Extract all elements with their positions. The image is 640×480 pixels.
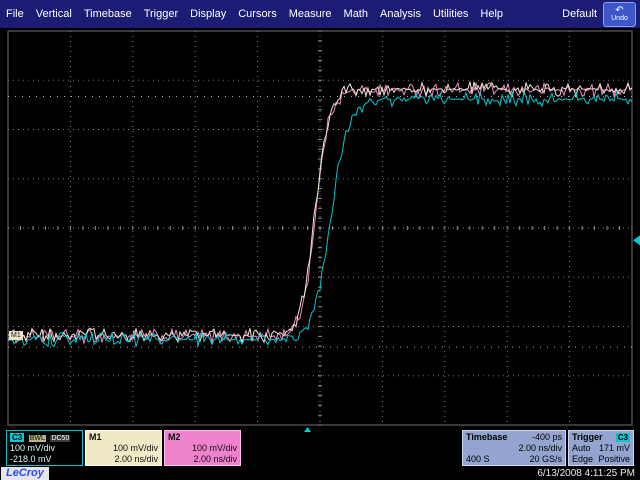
trace-c3 xyxy=(8,92,632,347)
trigger-source-badge: C3 xyxy=(616,433,630,442)
menu-trigger[interactable]: Trigger xyxy=(139,8,183,20)
menu-timebase[interactable]: Timebase xyxy=(79,8,137,20)
c3-volts-per-div: 100 mV/div xyxy=(10,443,55,454)
m1-time-per-div: 2.00 ns/div xyxy=(114,454,158,465)
timebase-descriptor[interactable]: Timebase -400 ps 2.00 ns/div 400 S 20 GS… xyxy=(462,430,566,466)
timebase-per-div: 2.00 ns/div xyxy=(518,443,562,454)
timebase-samples: 400 S xyxy=(466,454,490,465)
memory-m2-descriptor[interactable]: M2 100 mV/div 2.00 ns/div xyxy=(164,430,241,466)
m1-label: M1 xyxy=(89,432,102,443)
m2-volts-per-div: 100 mV/div xyxy=(192,443,237,454)
trigger-descriptor[interactable]: Trigger C3 Auto 171 mV Edge Positive xyxy=(568,430,634,466)
timebase-label: Timebase xyxy=(466,432,507,443)
channel-c3-descriptor[interactable]: C3 BWL DC50 100 mV/div -218.0 mV xyxy=(6,430,83,466)
lecroy-logo: LeCroy xyxy=(1,467,49,480)
trace-zero-marker[interactable]: M1 xyxy=(9,331,23,340)
c3-bandwidth-limit-badge: BWL xyxy=(29,435,46,442)
c3-offset: -218.0 mV xyxy=(10,454,52,465)
menu-bar: File Vertical Timebase Trigger Display C… xyxy=(0,0,640,28)
menu-measure[interactable]: Measure xyxy=(284,8,337,20)
default-setup-label[interactable]: Default xyxy=(562,8,597,20)
m1-volts-per-div: 100 mV/div xyxy=(113,443,158,454)
c3-header: C3 BWL DC50 xyxy=(10,432,79,443)
datetime-display: 6/13/2008 4:11:25 PM xyxy=(537,468,635,479)
menu-help[interactable]: Help xyxy=(475,8,508,20)
menu-display[interactable]: Display xyxy=(185,8,231,20)
menu-file[interactable]: File xyxy=(1,8,29,20)
waveform-display[interactable] xyxy=(0,28,640,432)
undo-button[interactable]: ↶ Undo xyxy=(603,2,636,27)
undo-button-label: Undo xyxy=(611,15,628,22)
menu-utilities[interactable]: Utilities xyxy=(428,8,473,20)
status-bar: LeCroy 6/13/2008 4:11:25 PM xyxy=(0,466,640,480)
trace-m1 xyxy=(8,82,632,343)
oscilloscope-screen: File Vertical Timebase Trigger Display C… xyxy=(0,0,640,480)
trigger-label: Trigger xyxy=(572,432,603,443)
c3-coupling-badge: DC50 xyxy=(50,435,70,442)
menu-analysis[interactable]: Analysis xyxy=(375,8,426,20)
menu-math[interactable]: Math xyxy=(339,8,373,20)
m2-time-per-div: 2.00 ns/div xyxy=(193,454,237,465)
trigger-type: Edge xyxy=(572,454,593,465)
trigger-mode: Auto xyxy=(572,443,591,454)
memory-m1-descriptor[interactable]: M1 100 mV/div 2.00 ns/div xyxy=(85,430,162,466)
c3-label: C3 xyxy=(10,433,24,442)
trigger-level-marker[interactable] xyxy=(633,235,640,245)
undo-icon: ↶ xyxy=(615,6,623,15)
descriptor-row: C3 BWL DC50 100 mV/div -218.0 mV M1 100 … xyxy=(6,430,634,466)
c3-header-tags: C3 BWL DC50 xyxy=(10,432,70,443)
m2-label: M2 xyxy=(168,432,181,443)
trigger-slope: Positive xyxy=(598,454,630,465)
menu-vertical[interactable]: Vertical xyxy=(31,8,77,20)
trigger-level: 171 mV xyxy=(599,443,630,454)
menu-cursors[interactable]: Cursors xyxy=(233,8,282,20)
timebase-delay: -400 ps xyxy=(532,432,562,443)
timebase-sample-rate: 20 GS/s xyxy=(529,454,562,465)
